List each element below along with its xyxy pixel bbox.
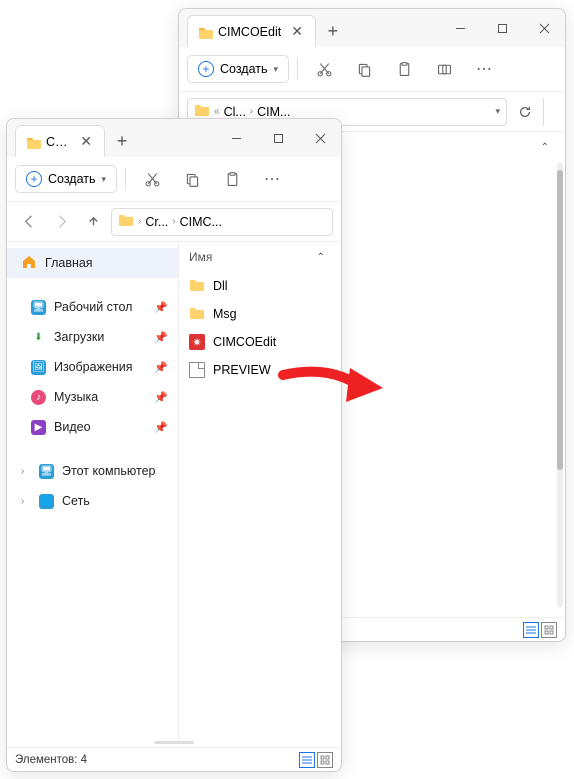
expand-icon[interactable]: ›: [21, 496, 31, 507]
create-button[interactable]: + Создать ▾: [15, 165, 117, 193]
divider: [297, 58, 298, 80]
close-tab-icon[interactable]: ✕: [76, 131, 96, 152]
search-edge: [543, 98, 557, 126]
list-item[interactable]: Dll: [179, 272, 341, 300]
column-header-name[interactable]: Имя ⌃: [179, 242, 341, 272]
pin-icon: 📌: [154, 421, 168, 434]
pin-icon: 📌: [154, 301, 168, 314]
address-bar[interactable]: › Cr... › CIMC...: [111, 208, 333, 236]
sidebar: Главная 🖥 Рабочий стол 📌 ⬇ Загрузки 📌 🖼 …: [7, 242, 179, 741]
create-label: Создать: [48, 172, 96, 186]
icons-view-button[interactable]: [541, 622, 557, 638]
scrollbar-thumb[interactable]: [557, 170, 563, 470]
sidebar-item-pictures[interactable]: 🖼 Изображения 📌: [7, 352, 178, 382]
tab-title: CIMCOEdit: [218, 25, 281, 39]
close-button[interactable]: [299, 119, 341, 157]
tab-cimc[interactable]: CIMC ✕: [15, 125, 105, 157]
create-label: Создать: [220, 62, 268, 76]
forward-button[interactable]: [47, 214, 75, 229]
file-icon: [189, 362, 205, 378]
breadcrumb[interactable]: CIM...: [257, 105, 290, 119]
folder-icon: [198, 25, 212, 39]
item-count: Элементов: 4: [15, 754, 87, 766]
refresh-button[interactable]: [511, 105, 539, 119]
minimize-button[interactable]: [215, 119, 257, 157]
folder-icon: [189, 305, 205, 324]
copy-button[interactable]: [346, 52, 382, 86]
status-bar: Элементов: 4: [7, 747, 341, 771]
chevron-down-icon: ▾: [274, 64, 279, 75]
maximize-button[interactable]: [481, 9, 523, 47]
plus-circle-icon: +: [26, 171, 42, 187]
chevron-icon: «: [214, 106, 220, 117]
computer-icon: 🖥: [39, 464, 54, 479]
chevron-right-icon: ›: [250, 106, 253, 117]
sort-indicator-icon: ⌃: [317, 252, 325, 263]
app-icon: ✷: [189, 334, 205, 350]
minimize-button[interactable]: [439, 9, 481, 47]
folder-icon: [118, 212, 134, 231]
folder-icon: [26, 135, 40, 149]
sidebar-item-downloads[interactable]: ⬇ Загрузки 📌: [7, 322, 178, 352]
breadcrumb[interactable]: Cr...: [145, 215, 168, 229]
close-button[interactable]: [523, 9, 565, 47]
list-item[interactable]: ✷CIMCOEdit: [179, 328, 341, 356]
chevron-down-icon: ▾: [102, 174, 107, 185]
paste-button[interactable]: [214, 162, 250, 196]
sidebar-item-home[interactable]: Главная: [7, 248, 178, 278]
download-icon: ⬇: [31, 330, 46, 345]
sidebar-item-network[interactable]: › 🌐 Сеть: [7, 486, 178, 516]
home-icon: [21, 254, 37, 273]
desktop-icon: 🖥: [31, 300, 46, 315]
pin-icon: 📌: [154, 391, 168, 404]
list-item[interactable]: PREVIEW: [179, 356, 341, 384]
pictures-icon: 🖼: [31, 360, 46, 375]
sidebar-item-desktop[interactable]: 🖥 Рабочий стол 📌: [7, 292, 178, 322]
up-button[interactable]: [79, 214, 107, 229]
sidebar-item-music[interactable]: ♪ Музыка 📌: [7, 382, 178, 412]
more-button[interactable]: ⋯: [254, 162, 290, 196]
chevron-down-icon[interactable]: ▾: [495, 106, 500, 117]
pin-icon: 📌: [154, 361, 168, 374]
details-view-button[interactable]: [523, 622, 539, 638]
expand-icon[interactable]: ›: [21, 466, 31, 477]
copy-button[interactable]: [174, 162, 210, 196]
cut-button[interactable]: [306, 52, 342, 86]
back-button[interactable]: [15, 214, 43, 229]
pin-icon: 📌: [154, 331, 168, 344]
maximize-button[interactable]: [257, 119, 299, 157]
tab-title: CIMC: [46, 135, 70, 149]
more-button[interactable]: ⋯: [466, 52, 502, 86]
paste-button[interactable]: [386, 52, 422, 86]
music-icon: ♪: [31, 390, 46, 405]
new-tab-button[interactable]: +: [105, 125, 139, 157]
sort-indicator-icon: ⌃: [541, 142, 549, 153]
icons-view-button[interactable]: [317, 752, 333, 768]
create-button[interactable]: + Создать ▾: [187, 55, 289, 83]
cut-button[interactable]: [134, 162, 170, 196]
plus-circle-icon: +: [198, 61, 214, 77]
divider: [125, 168, 126, 190]
rename-button[interactable]: [426, 52, 462, 86]
scrollbar[interactable]: [557, 162, 563, 607]
new-tab-button[interactable]: +: [316, 15, 350, 47]
list-item[interactable]: Msg: [179, 300, 341, 328]
network-icon: 🌐: [39, 494, 54, 509]
chevron-right-icon: ›: [138, 216, 141, 227]
sidebar-item-video[interactable]: ▶ Видео 📌: [7, 412, 178, 442]
chevron-right-icon: ›: [172, 216, 175, 227]
details-view-button[interactable]: [299, 752, 315, 768]
tab-cimcoedit[interactable]: CIMCOEdit ✕: [187, 15, 316, 47]
breadcrumb[interactable]: Cl...: [224, 105, 246, 119]
sidebar-item-computer[interactable]: › 🖥 Этот компьютер: [7, 456, 178, 486]
folder-icon: [189, 277, 205, 296]
close-tab-icon[interactable]: ✕: [287, 21, 307, 42]
video-icon: ▶: [31, 420, 46, 435]
breadcrumb[interactable]: CIMC...: [180, 215, 222, 229]
